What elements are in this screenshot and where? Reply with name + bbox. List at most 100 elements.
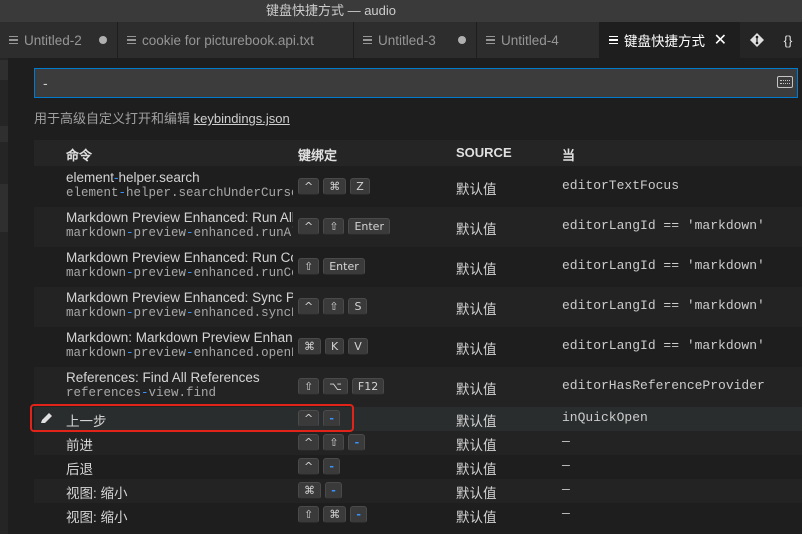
key-cap: F12 xyxy=(351,378,385,395)
tab-label: Untitled-4 xyxy=(501,32,559,48)
tab-untitled-4[interactable]: Untitled-4 xyxy=(477,22,600,58)
source-cell: 默认值 xyxy=(456,182,497,197)
advanced-hint: 用于高级自定义打开和编辑 keybindings.json xyxy=(34,108,290,127)
command-title: References: Find All References xyxy=(66,370,260,385)
keybinding-row[interactable]: References: Find All References reference… xyxy=(34,367,802,407)
key-cap: ^ xyxy=(298,178,320,195)
keybinding-cell: ^ ⇧ - xyxy=(298,434,366,451)
key-cap: Z xyxy=(350,178,370,195)
command-title: Markdown Preview Enhanced: Run All Code … xyxy=(66,210,293,225)
open-json-icon[interactable]: {} xyxy=(774,22,802,58)
source-cell: 默认值 xyxy=(456,382,497,397)
window-title: 键盘快捷方式 — audio xyxy=(265,3,397,18)
when-cell: editorLangId == 'markdown' xyxy=(562,218,765,233)
keybinding-cell: ⇧ ⌥ F12 xyxy=(298,378,385,395)
command-cell: 后退 xyxy=(66,458,293,478)
keybinding-cell: ⌘ K V xyxy=(298,338,368,355)
source-cell: 默认值 xyxy=(456,342,497,357)
command-id: markdown-preview-enhanced.syncPreview xyxy=(66,306,293,320)
command-cell: Markdown Preview Enhanced: Run Code Chun… xyxy=(66,250,293,280)
command-title: 视图: 缩小 xyxy=(66,510,128,525)
command-title: 视图: 缩小 xyxy=(66,486,128,501)
key-cap: Enter xyxy=(323,258,365,275)
keybinding-cell: ⇧ ⌘ - xyxy=(298,506,368,523)
key-cap: ⌘ xyxy=(298,482,321,499)
command-cell: Markdown Preview Enhanced: Sync Previewm… xyxy=(66,290,293,320)
source-cell: 默认值 xyxy=(456,438,497,453)
command-title: Markdown Preview Enhanced: Run Code Chun… xyxy=(66,250,293,265)
keybinding-row[interactable]: 视图: 缩小 ⌘ - 默认值 — xyxy=(34,479,802,503)
column-command[interactable]: 命令 xyxy=(66,145,92,164)
keybinding-cell: ⌘ - xyxy=(298,482,342,499)
tab-cookie-file[interactable]: cookie for picturebook.api.txt xyxy=(118,22,354,58)
close-icon[interactable]: ✕ xyxy=(714,30,727,50)
key-cap: - xyxy=(350,506,368,523)
keybinding-row[interactable]: Markdown Preview Enhanced: Sync Previewm… xyxy=(34,287,802,327)
tab-bar: Untitled-2 cookie for picturebook.api.tx… xyxy=(0,22,802,58)
keybinding-cell: ^ - xyxy=(298,458,341,475)
key-cap: ⇧ xyxy=(323,218,345,235)
record-keys-icon[interactable] xyxy=(777,76,793,88)
file-icon xyxy=(127,36,136,44)
keybinding-cell: ^ ⇧ S xyxy=(298,298,368,315)
keybinding-row[interactable]: 后退 ^ - 默认值 — xyxy=(34,455,802,479)
keybinding-row[interactable]: element-helper.search element-helper.sear… xyxy=(34,167,802,207)
tab-label: cookie for picturebook.api.txt xyxy=(142,32,314,48)
key-cap: ⌘ xyxy=(298,338,321,355)
key-cap: ^ xyxy=(298,434,320,451)
source-cell: 默认值 xyxy=(456,222,497,237)
command-cell: 视图: 缩小 xyxy=(66,482,293,502)
key-cap: - xyxy=(325,482,342,499)
search-input[interactable] xyxy=(43,69,763,97)
tab-untitled-2[interactable]: Untitled-2 xyxy=(0,22,118,58)
keybinding-row[interactable]: Markdown: Markdown Preview Enhanced: Ope… xyxy=(34,327,802,367)
command-title: Markdown Preview Enhanced: Sync Preview xyxy=(66,290,293,305)
column-keybinding[interactable]: 键绑定 xyxy=(298,145,337,164)
key-cap: ^ xyxy=(298,298,320,315)
command-id: markdown-preview-enhanced.runCodeChunk xyxy=(66,266,293,280)
command-id: references-view.find xyxy=(66,386,217,400)
when-cell: editorLangId == 'markdown' xyxy=(562,298,765,313)
file-icon xyxy=(363,36,372,44)
keybinding-row[interactable]: 视图: 缩小 ⇧ ⌘ - 默认值 — xyxy=(34,503,802,527)
file-icon xyxy=(9,36,18,44)
search-box[interactable] xyxy=(34,68,798,98)
key-cap: ⇧ xyxy=(298,506,320,523)
keybinding-row[interactable]: Markdown Preview Enhanced: Run Code Chun… xyxy=(34,247,802,287)
edit-pencil-icon[interactable] xyxy=(40,412,54,424)
source-cell: 默认值 xyxy=(456,462,497,477)
when-cell: — xyxy=(562,458,570,473)
file-icon xyxy=(609,36,618,44)
when-cell: editorLangId == 'markdown' xyxy=(562,258,765,273)
command-id: markdown-preview-enhanced.openPreview xyxy=(66,346,293,360)
keybindings-json-link[interactable]: keybindings.json xyxy=(194,111,290,126)
column-when[interactable]: 当 xyxy=(562,145,575,164)
command-cell: References: Find All References reference… xyxy=(66,370,293,400)
command-cell: 前进 xyxy=(66,434,293,454)
tab-label: Untitled-2 xyxy=(24,32,82,48)
source-cell: 默认值 xyxy=(456,262,497,277)
when-cell: editorHasReferenceProvider xyxy=(562,378,765,393)
hint-text: 用于高级自定义打开和编辑 xyxy=(34,111,194,126)
tab-untitled-3[interactable]: Untitled-3 xyxy=(354,22,477,58)
tab-keyboard-shortcuts[interactable]: 键盘快捷方式 ✕ xyxy=(600,22,740,58)
command-cell: Markdown: Markdown Preview Enhanced: Ope… xyxy=(66,330,293,360)
key-cap: ^ xyxy=(298,218,320,235)
when-cell: inQuickOpen xyxy=(562,410,648,425)
command-cell: element-helper.search element-helper.sear… xyxy=(66,170,293,200)
keybinding-row[interactable]: Markdown Preview Enhanced: Run All Code … xyxy=(34,207,802,247)
command-title: 后退 xyxy=(66,462,93,477)
keybinding-row[interactable]: 前进 ^ ⇧ - 默认值 — xyxy=(34,431,802,455)
when-cell: editorTextFocus xyxy=(562,178,680,193)
unsaved-dot-icon[interactable] xyxy=(99,36,107,44)
unsaved-dot-icon[interactable] xyxy=(458,36,466,44)
tab-label: Untitled-3 xyxy=(378,32,436,48)
when-cell: — xyxy=(562,482,570,497)
command-id: markdown-preview-enhanced.runAllCodeChun… xyxy=(66,226,293,240)
git-compare-icon[interactable] xyxy=(744,22,770,58)
when-cell: — xyxy=(562,434,570,449)
column-source[interactable]: SOURCE xyxy=(456,145,512,160)
key-cap: Enter xyxy=(348,218,390,235)
key-cap: ⌘ xyxy=(323,178,347,195)
command-id: element-helper.searchUnderCursor xyxy=(66,186,293,200)
